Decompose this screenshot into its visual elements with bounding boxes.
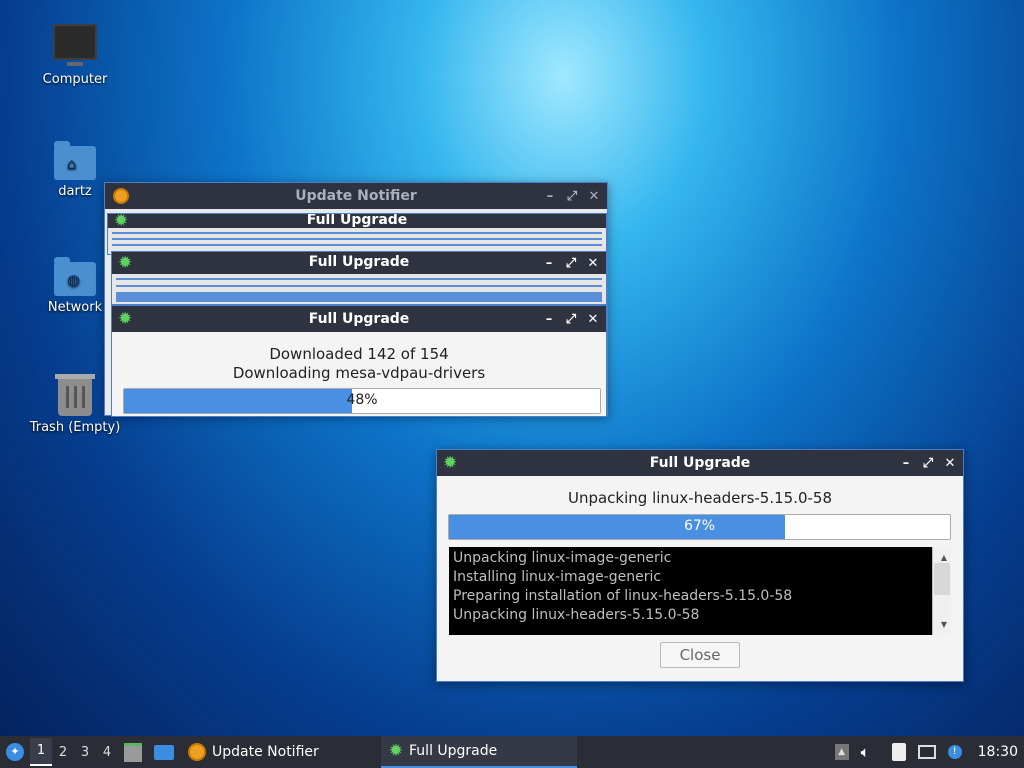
update-notifier-titlebar[interactable]: Update Notifier – ⤢ ✕ (105, 183, 607, 209)
unpack-window-titlebar[interactable]: ✹ Full Upgrade – ⤢ ✕ (437, 450, 963, 476)
workspace-4[interactable]: 4 (96, 745, 118, 760)
volume-icon[interactable]: 🔈︎ (861, 743, 870, 761)
stacked-titlebar[interactable]: ✹ Full Upgrade (108, 214, 606, 228)
desktop-icon-label: Computer (42, 72, 108, 87)
minimize-icon[interactable]: – (542, 312, 556, 327)
file-manager-launcher[interactable] (118, 736, 148, 768)
desktop-icon (154, 744, 174, 760)
task-label: Full Upgrade (409, 743, 498, 759)
maximize-icon[interactable]: ⤢ (565, 189, 579, 204)
start-menu-button[interactable]: ✦ (0, 736, 30, 768)
window-title: Full Upgrade (308, 254, 410, 270)
window-title: Full Upgrade (649, 455, 751, 471)
unpack-status-text: Unpacking linux-headers-5.15.0-58 (567, 489, 833, 507)
download-window: ✹ Full Upgrade – ⤢ ✕ Downloaded 142 of 1… (111, 305, 607, 417)
desktop-icon-computer[interactable]: Computer (25, 24, 125, 87)
gear-icon: ✹ (388, 741, 404, 761)
gear-icon: ✹ (114, 214, 129, 228)
unpack-progress-bar: 67% (448, 514, 951, 540)
clock[interactable]: 18:30 (978, 744, 1018, 760)
log-line: Unpacking linux-image-generic (453, 550, 672, 566)
gear-icon: ✹ (118, 309, 133, 329)
workspace-2[interactable]: 2 (52, 745, 74, 760)
progress-label: 67% (683, 518, 716, 534)
desktop-icon-label: Trash (Empty) (29, 420, 121, 435)
stacked-upgrade-window-1: ✹ Full Upgrade (107, 213, 607, 255)
log-scrollbar[interactable]: ▲ ▼ (932, 547, 951, 635)
app-menu-icon: ✦ (6, 743, 24, 761)
progress-label: 48% (346, 392, 378, 408)
close-icon[interactable]: ✕ (587, 189, 601, 204)
maximize-icon[interactable]: ⤢ (564, 256, 578, 271)
clipboard-icon[interactable] (891, 743, 906, 761)
scrollbar-thumb[interactable] (934, 563, 950, 595)
window-title: Full Upgrade (306, 214, 408, 228)
minimize-icon[interactable]: – (543, 189, 557, 204)
update-notifier-icon (113, 188, 129, 204)
window-title: Update Notifier (295, 188, 417, 204)
log-line: Unpacking linux-headers-5.15.0-58 (453, 607, 700, 623)
close-icon[interactable]: ✕ (586, 256, 600, 271)
system-tray: ▲ 🔈︎ ! 18:30 (834, 736, 1024, 768)
network-icon[interactable] (917, 745, 936, 759)
stacked-upgrade-window-2: ✹ Full Upgrade – ⤢ ✕ (111, 251, 607, 305)
unpack-window: ✹ Full Upgrade – ⤢ ✕ Unpacking linux-hea… (436, 449, 964, 682)
gear-icon: ✹ (443, 453, 458, 473)
log-line: Installing linux-image-generic (453, 569, 662, 585)
task-label: Update Notifier (212, 744, 319, 760)
workspace-3[interactable]: 3 (74, 745, 96, 760)
task-update-notifier[interactable]: Update Notifier (180, 736, 327, 768)
maximize-icon[interactable]: ⤢ (921, 456, 935, 471)
update-notifier-window: Update Notifier – ⤢ ✕ ✹ Full Upgrade ✹ F… (104, 182, 608, 417)
download-window-titlebar[interactable]: ✹ Full Upgrade – ⤢ ✕ (112, 306, 606, 332)
task-full-upgrade[interactable]: ✹ Full Upgrade (380, 736, 577, 768)
downloading-package-text: Downloading mesa-vdpau-drivers (232, 364, 486, 382)
update-notifier-icon (188, 743, 206, 761)
upload-icon[interactable]: ▲ (834, 744, 849, 760)
download-progress-bar: 48% (123, 388, 601, 414)
close-icon[interactable]: ✕ (943, 456, 957, 471)
trash-icon (55, 374, 95, 416)
maximize-icon[interactable]: ⤢ (564, 312, 578, 327)
home-folder-icon: ⌂ (54, 141, 96, 180)
show-desktop-launcher[interactable] (148, 736, 180, 768)
window-title: Full Upgrade (308, 311, 410, 327)
gear-icon: ✹ (118, 253, 133, 273)
close-icon[interactable]: ✕ (586, 312, 600, 327)
update-alert-icon[interactable]: ! (947, 745, 962, 759)
stacked-titlebar[interactable]: ✹ Full Upgrade – ⤢ ✕ (112, 252, 606, 274)
scroll-down-icon[interactable]: ▼ (933, 615, 951, 634)
minimize-icon[interactable]: – (542, 256, 556, 271)
taskbar: ✦ 1 2 3 4 Update Notifier ✹ Full Upgrade… (0, 736, 1024, 768)
install-log[interactable]: Unpacking linux-image-generic Installing… (449, 547, 951, 635)
log-line: Preparing installation of linux-headers-… (453, 588, 793, 604)
workspace-1[interactable]: 1 (30, 738, 52, 766)
file-manager-icon (124, 742, 142, 762)
close-button[interactable]: Close (660, 642, 740, 668)
download-count-text: Downloaded 142 of 154 (269, 345, 449, 363)
network-folder-icon: ◍ (54, 257, 96, 296)
computer-icon (53, 24, 97, 66)
minimize-icon[interactable]: – (899, 456, 913, 471)
